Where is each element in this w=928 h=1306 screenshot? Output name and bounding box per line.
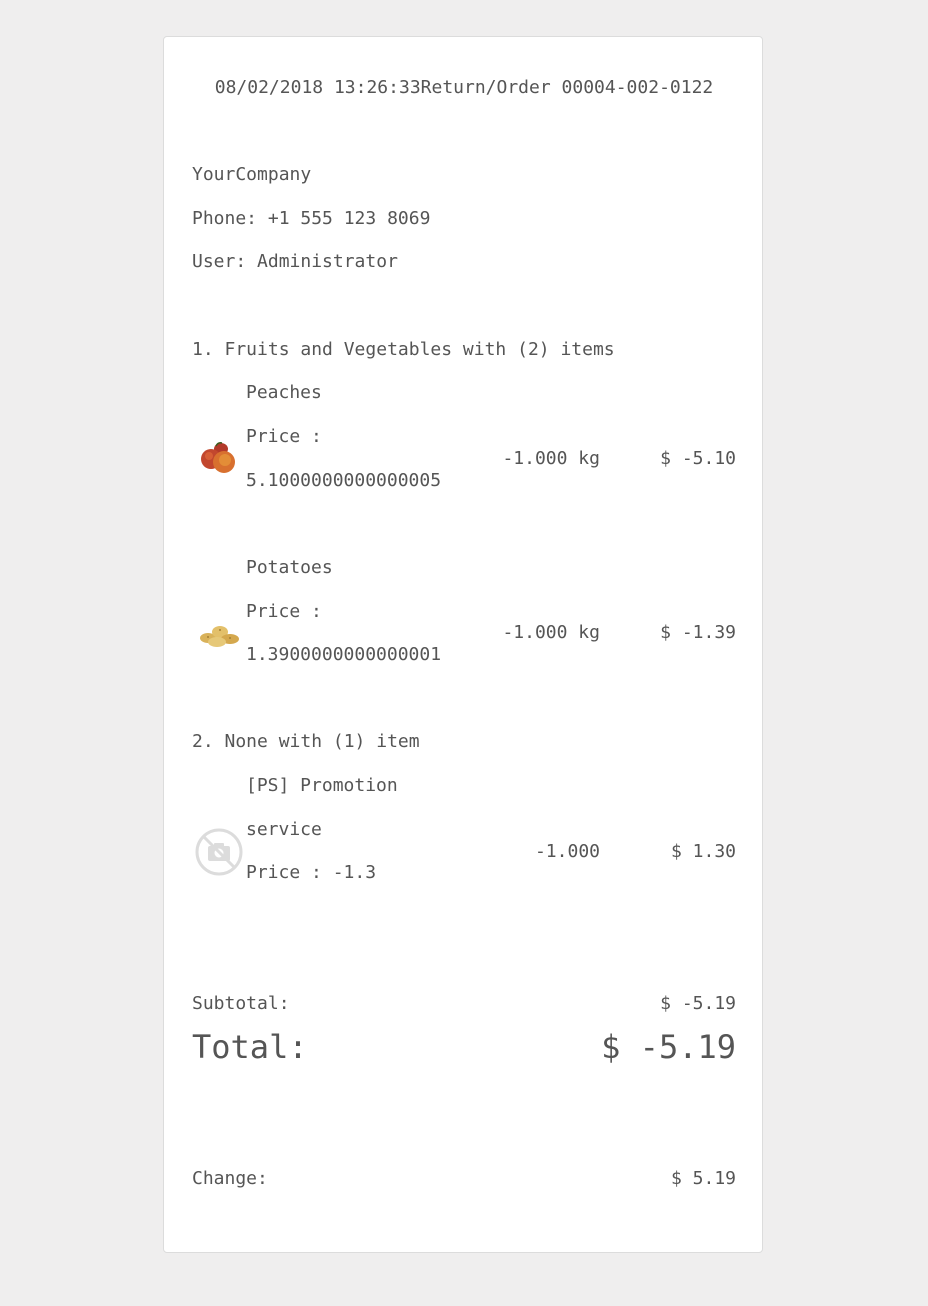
item-name: Peaches: [246, 382, 322, 403]
item-name: Potatoes: [246, 557, 333, 578]
company-name: YourCompany: [192, 164, 312, 185]
subtotal-label: Subtotal:: [192, 993, 290, 1014]
item-amount: $ 1.30: [670, 841, 736, 862]
receipt: 08/02/2018 13:26:33Return/Order 00004-00…: [163, 36, 763, 1253]
item-quantity: -1.000 kg: [502, 448, 600, 469]
receipt-header: 08/02/2018 13:26:33Return/Order 00004-00…: [214, 77, 714, 98]
item-quantity: -1.000: [534, 841, 600, 862]
total-label: Total:: [192, 1028, 308, 1066]
cashier-user: User: Administrator: [192, 251, 398, 272]
total-amount: $ -5.19: [601, 1028, 736, 1066]
peaches-icon: [201, 442, 235, 473]
category-title: 1. Fruits and Vegetables with (2) items: [192, 339, 615, 360]
item-name: [PS] Promotion: [246, 775, 398, 796]
category-title: 2. None with (1) item: [192, 731, 420, 752]
item-price-label: Price :: [246, 426, 322, 447]
potatoes-icon: [200, 626, 239, 647]
company-phone: Phone: +1 555 123 8069: [192, 208, 431, 229]
change-amount: $ 5.19: [670, 1168, 736, 1189]
item-name-line2: service: [246, 819, 322, 840]
subtotal-amount: $ -5.19: [660, 993, 736, 1014]
item-amount: $ -5.10: [660, 448, 736, 469]
item-price-value: 1.3900000000000001: [246, 644, 442, 665]
change-label: Change:: [192, 1168, 268, 1189]
item-price-label: Price :: [246, 601, 322, 622]
item-price: Price : -1.3: [246, 862, 377, 883]
item-amount: $ -1.39: [660, 622, 736, 643]
no-image-icon: [195, 828, 243, 876]
item-price-value: 5.1000000000000005: [246, 470, 442, 491]
item-quantity: -1.000 kg: [502, 622, 600, 643]
